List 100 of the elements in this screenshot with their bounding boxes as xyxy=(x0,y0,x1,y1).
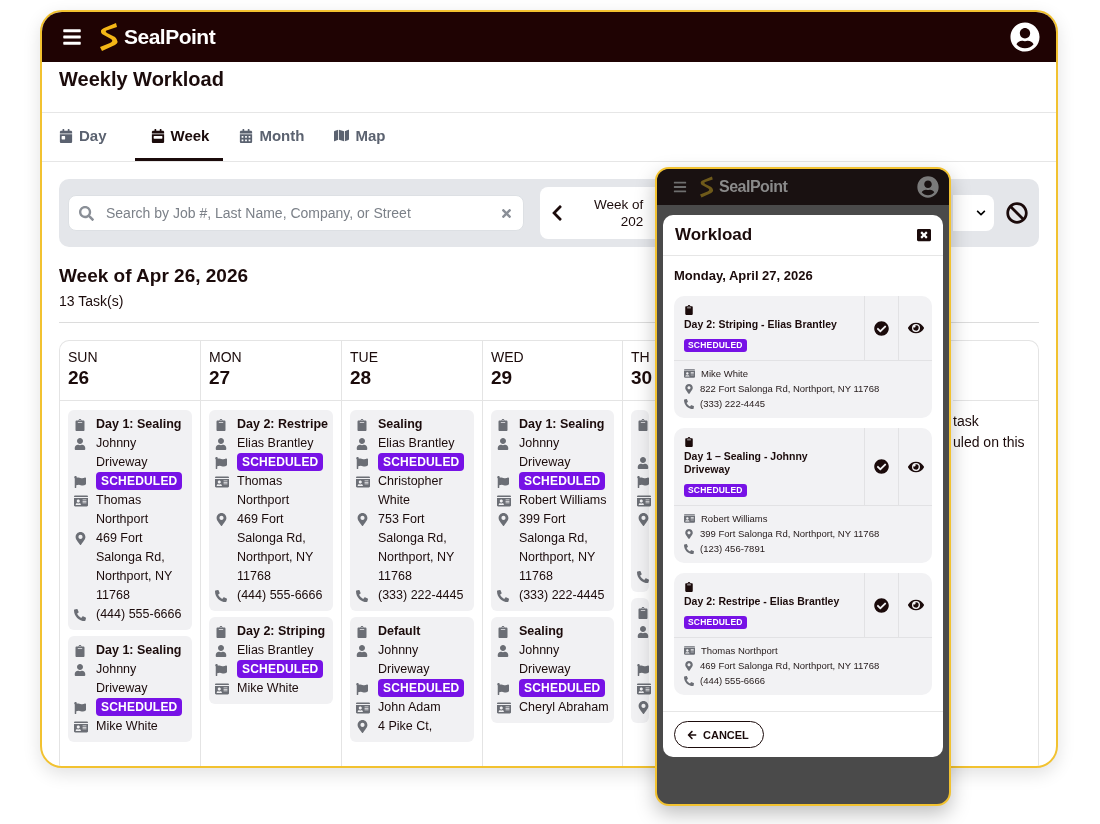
status-badge: SCHEDULED xyxy=(96,472,183,490)
empty-day-note: task xyxy=(953,412,980,431)
clipboard-icon xyxy=(497,418,509,431)
flag-icon xyxy=(74,701,86,714)
id-card-icon xyxy=(356,700,370,715)
task-title: Day 1: Sealing xyxy=(519,416,605,433)
status-badge: SCHEDULED xyxy=(237,660,324,678)
flag-icon xyxy=(637,475,649,488)
clipboard-icon xyxy=(74,644,86,657)
view-tab[interactable]: Day xyxy=(57,113,121,161)
eye-icon xyxy=(907,320,924,336)
clipboard-icon xyxy=(215,625,227,638)
customer-name: Mike White xyxy=(96,718,158,735)
calendar-icon xyxy=(150,128,165,143)
clear-icon[interactable] xyxy=(500,206,513,220)
page-title: Weekly Workload xyxy=(59,68,225,91)
user-icon xyxy=(497,437,509,450)
customer-name: John Adam xyxy=(378,699,441,716)
brand-name: SealPoint xyxy=(124,25,216,49)
id-card-icon xyxy=(684,645,695,656)
clipboard-icon xyxy=(637,418,649,431)
clipboard-icon xyxy=(684,437,694,447)
task-title: Sealing xyxy=(519,623,564,640)
search-bar[interactable]: Search by Job #, Last Name, Company, or Street xyxy=(68,195,524,231)
modal-title: Workload xyxy=(675,225,753,245)
id-card-icon xyxy=(637,493,651,508)
phone-icon xyxy=(684,398,694,409)
address-text: 469 Fort Salonga Rd, Northport, NY 11768 xyxy=(700,659,880,672)
id-card-icon xyxy=(684,513,695,524)
view-tab[interactable]: Week xyxy=(134,113,224,161)
user-icon xyxy=(356,644,368,657)
task-card[interactable]: Default Johnny Driveway SCHEDULED John Adam 4 Pike Ct, xyxy=(350,617,474,742)
task-title: Day 1: Sealing xyxy=(96,642,182,659)
id-card-icon xyxy=(356,474,370,489)
id-card-icon xyxy=(497,493,511,508)
phone-number: (444) 555-6666 xyxy=(96,606,182,623)
map-icon xyxy=(334,128,350,143)
task-title: Day 1: Sealing xyxy=(96,416,182,433)
task-card[interactable]: Sealing Elias Brantley SCHEDULED Christopher White 753 Fort Salonga Rd, Northport, NY 11768 (333) 222-4445 xyxy=(350,410,474,611)
task-title: Day 1 – Sealing - Johnny Driveway xyxy=(684,450,809,476)
map-pin-icon xyxy=(684,383,694,394)
user-icon xyxy=(637,456,649,469)
task-count: 13 Task(s) xyxy=(59,293,124,309)
task-title: Day 2: Restripe - Elias Brantley xyxy=(684,595,841,608)
task-card[interactable]: Day 1: Sealing Johnny Driveway SCHEDULED Robert Williams 399 Fort Salonga Rd, Northport, NY 11768 (333) 222-4445 xyxy=(491,410,614,611)
clear-filter-button[interactable] xyxy=(1005,202,1028,224)
status-badge: SCHEDULED xyxy=(519,679,606,697)
chevron-down-icon xyxy=(976,208,986,218)
map-pin-icon xyxy=(497,513,510,526)
task-card[interactable]: Day 2: Striping Elias Brantley SCHEDULED Mike White xyxy=(209,617,333,704)
customer-name: Christopher White xyxy=(378,473,444,509)
id-card-icon xyxy=(74,719,88,734)
cancel-button[interactable]: CANCEL xyxy=(674,721,764,748)
task-card[interactable]: Sealing Johnny Driveway SCHEDULED Cheryl Abraham xyxy=(491,617,614,723)
flag-icon xyxy=(74,475,86,488)
weekday-label: TUE xyxy=(350,349,379,365)
date-heading: Monday, April 27, 2026 xyxy=(674,268,814,283)
phone-icon xyxy=(684,543,694,554)
clipboard-icon xyxy=(356,418,368,431)
user-icon xyxy=(74,437,86,450)
status-badge: SCHEDULED xyxy=(684,484,747,497)
phone-icon xyxy=(356,589,368,602)
weekday-label: TH xyxy=(631,349,649,365)
search-field[interactable]: Search by Job #, Last Name, Company, or Street xyxy=(104,204,490,222)
flag-icon xyxy=(637,663,649,676)
weekday-label: SUN xyxy=(68,349,99,365)
map-pin-icon xyxy=(356,720,369,733)
menu-button[interactable] xyxy=(62,27,82,47)
task-card[interactable]: Day 1: Sealing Johnny Driveway SCHEDULED Mike White xyxy=(68,636,192,742)
task-card[interactable] xyxy=(631,598,649,723)
weekday-label: WED xyxy=(491,349,525,365)
customer-name: Cheryl Abraham xyxy=(519,699,609,716)
view-tab[interactable]: Map xyxy=(332,113,400,161)
id-card-icon xyxy=(684,368,695,379)
crew-name: Johnny Driveway xyxy=(519,435,572,471)
week-range-label: Week of xyxy=(594,196,644,213)
week-range-label: 202 xyxy=(620,213,644,230)
user-icon xyxy=(497,644,509,657)
task-title: Day 2: Striping - Elias Brantley xyxy=(684,318,838,331)
customer-name: Mike White xyxy=(701,367,748,380)
phone-number: (333) 222-4445 xyxy=(378,587,464,604)
status-badge: SCHEDULED xyxy=(237,453,324,471)
status-badge: SCHEDULED xyxy=(519,472,606,490)
dropdown-field[interactable] xyxy=(953,195,994,231)
id-card-icon xyxy=(215,681,229,696)
map-pin-icon xyxy=(637,513,650,526)
address-text: 399 Fort Salonga Rd, Northport, NY 11768 xyxy=(519,511,597,585)
view-tab[interactable]: Month xyxy=(237,113,319,161)
task-card[interactable]: Day 2: Restripe Elias Brantley SCHEDULED Thomas Northport 469 Fort Salonga Rd, Northport, NY 11768 (444) 555-6666 xyxy=(209,410,333,611)
clipboard-icon xyxy=(356,625,368,638)
close-button[interactable] xyxy=(917,228,931,242)
account-button[interactable] xyxy=(1010,22,1040,52)
user-icon xyxy=(356,437,368,450)
task-card[interactable]: Day 1: Sealing Johnny Driveway SCHEDULED Thomas Northport 469 Fort Salonga Rd, Northport, NY 11768 (444) 555-6666 xyxy=(68,410,192,630)
phone-number: (444) 555-6666 xyxy=(237,587,323,604)
status-badge: SCHEDULED xyxy=(684,339,747,352)
task-title: Default xyxy=(378,623,421,640)
weekday-label: MON xyxy=(209,349,243,365)
task-card[interactable] xyxy=(631,410,649,592)
crew-name: Johnny Driveway xyxy=(519,642,572,678)
